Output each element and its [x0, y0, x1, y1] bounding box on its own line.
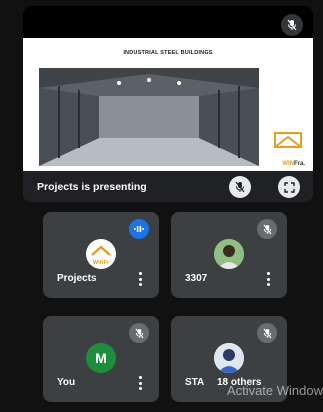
slide-content: INDUSTRIAL STEEL BUILDINGS WINFra.: [23, 38, 313, 171]
brand-name-main: WIN: [282, 161, 294, 167]
mic-off-icon[interactable]: [281, 14, 303, 36]
participant-tile-you[interactable]: M You: [43, 316, 159, 402]
mute-presentation-button[interactable]: [229, 176, 251, 198]
brand-name: WINFra.: [282, 161, 305, 167]
shared-slide: INDUSTRIAL STEEL BUILDINGS WINFra.: [23, 6, 313, 171]
presentation-tile[interactable]: INDUSTRIAL STEEL BUILDINGS WINFra. Proje…: [23, 6, 313, 202]
activate-windows-watermark: Activate Window: [226, 383, 323, 398]
participant-name: STA: [185, 377, 205, 388]
participant-name: You: [57, 377, 76, 388]
meet-screen: INDUSTRIAL STEEL BUILDINGS WINFra. Proje…: [0, 0, 323, 412]
avatar: [214, 343, 244, 373]
participant-tile-3307[interactable]: 3307: [171, 212, 287, 298]
mic-off-icon: [235, 181, 245, 193]
participant-tile-projects[interactable]: WINFr Projects: [43, 212, 159, 298]
presenting-label: Projects is presenting: [37, 181, 147, 193]
participant-name: Projects: [57, 273, 97, 284]
avatar: M: [86, 343, 116, 373]
more-options-icon[interactable]: [135, 272, 145, 286]
fullscreen-button[interactable]: [278, 176, 300, 198]
warehouse-photo: [39, 68, 259, 166]
mic-off-icon: [129, 323, 149, 343]
mic-off-icon: [257, 219, 277, 239]
winfra-logo-icon: [274, 132, 302, 148]
fullscreen-icon: [283, 181, 295, 193]
speaking-indicator-icon: [129, 219, 149, 239]
presentation-bar: Projects is presenting: [23, 171, 313, 202]
more-options-icon[interactable]: [135, 376, 145, 390]
avatar: [214, 239, 244, 269]
avatar-logo-text: WINFr: [92, 260, 110, 266]
participant-name: 3307: [185, 273, 208, 284]
mic-off-icon: [257, 323, 277, 343]
slide-title: INDUSTRIAL STEEL BUILDINGS: [123, 50, 213, 56]
brand-name-suffix: Fra.: [293, 161, 305, 167]
more-options-icon[interactable]: [263, 272, 273, 286]
profile-photo-icon: [214, 239, 244, 269]
avatar: WINFr: [86, 239, 116, 269]
profile-photo-icon: [214, 343, 244, 373]
